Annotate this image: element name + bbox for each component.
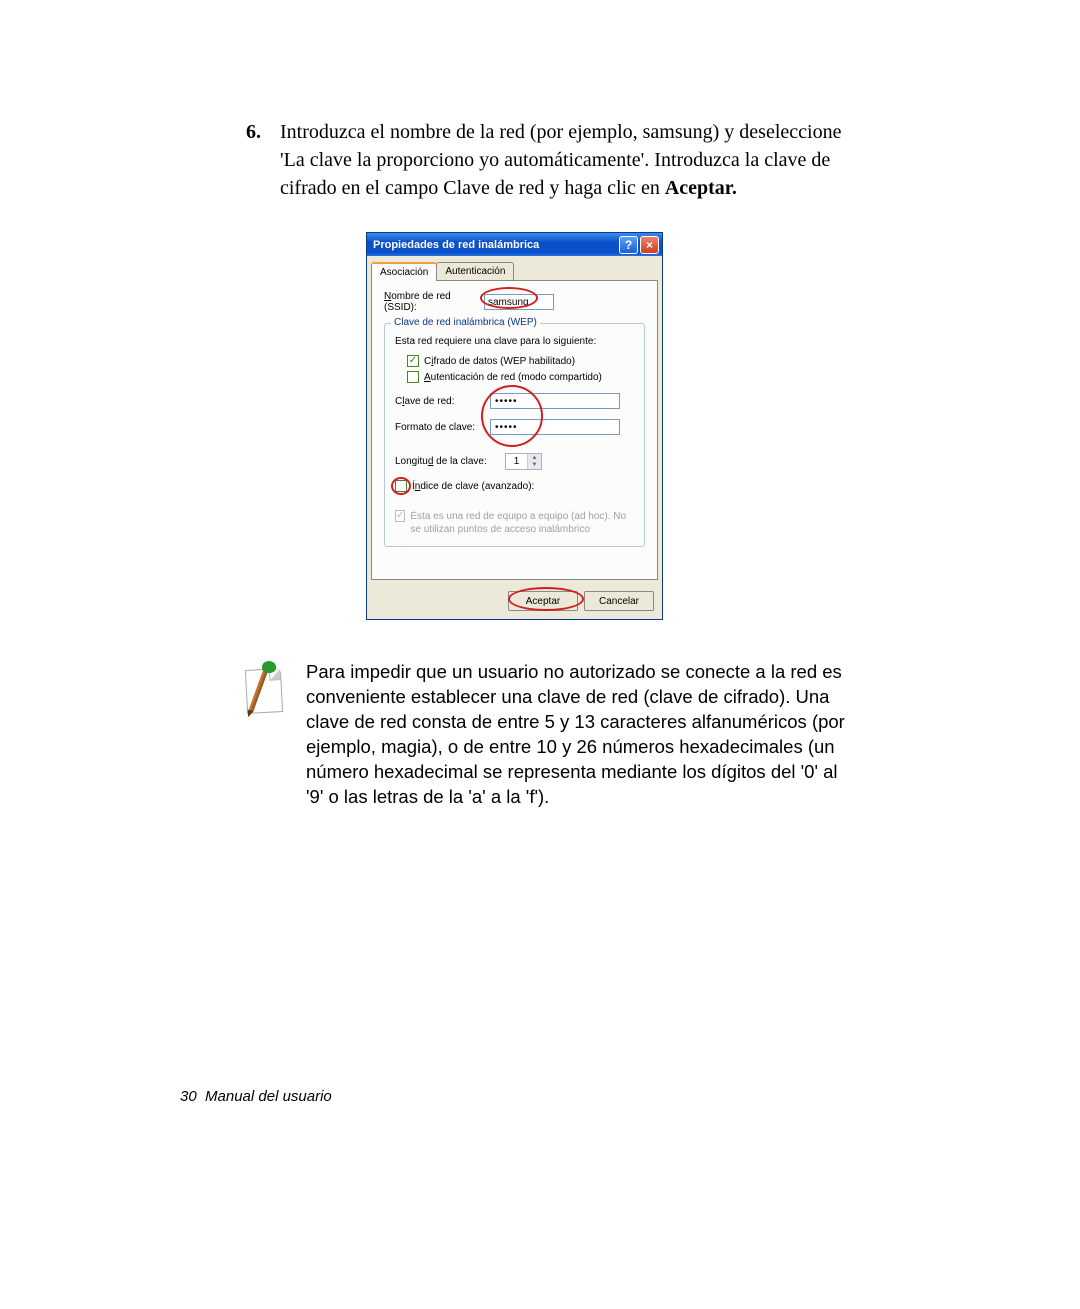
dialog-titlebar: Propiedades de red inalámbrica ? × [367,233,662,256]
formato-label: Formato de clave: [395,422,490,433]
note-block: Para impedir que un usuario no autorizad… [246,660,846,810]
adhoc-label: Ésta es una red de equipo a equipo (ad h… [410,510,634,536]
checkbox-cifrado[interactable]: ✓ [407,355,419,367]
step-text: Introduzca el nombre de la red (por ejem… [280,118,846,202]
checkbox-cifrado-row[interactable]: ✓ Cifrado de datos (WEP habilitado) [407,355,634,367]
tab-autenticacion[interactable]: Autenticación [436,262,514,281]
dialog-title: Propiedades de red inalámbrica [373,239,617,251]
close-button[interactable]: × [640,236,659,254]
tabs: Asociación Autenticación [367,256,662,281]
step-text-bold: Aceptar. [665,177,737,199]
adhoc-row: ✓ Ésta es una red de equipo a equipo (ad… [395,510,634,536]
wep-desc: Esta red requiere una clave para lo sigu… [395,336,634,347]
note-icon [246,663,286,717]
tab-asociacion[interactable]: Asociación [371,262,437,281]
checkbox-auth-label: Autenticación de red (modo compartido) [424,372,602,383]
checkbox-indice[interactable] [395,480,407,492]
step-6: 6. Introduzca el nombre de la red (por e… [246,118,846,202]
formato-input[interactable]: ••••• [490,419,620,435]
ssid-input[interactable] [484,294,554,310]
note-text: Para impedir que un usuario no autorizad… [306,660,846,810]
help-button[interactable]: ? [619,236,638,254]
wep-fieldset: Clave de red inalámbrica (WEP) Esta red … [384,323,645,547]
ssid-label: Nombre de red (SSID): [384,291,484,313]
step-text-body: Introduzca el nombre de la red (por ejem… [280,121,841,199]
indice-label: Índice de clave (avanzado): [412,481,534,492]
checkbox-auth[interactable] [407,371,419,383]
dialog-screenshot: Propiedades de red inalámbrica ? × Asoci… [366,232,846,620]
spinner-arrows[interactable]: ▲▼ [528,454,541,469]
tab-panel-asociacion: Nombre de red (SSID): Clave de red inalá… [371,280,658,580]
clave-label: Clave de red: [395,396,490,407]
clave-input[interactable]: ••••• [490,393,620,409]
ok-button[interactable]: Aceptar [508,591,578,611]
longitud-spinner[interactable]: 1 ▲▼ [505,453,542,470]
checkbox-cifrado-label: Cifrado de datos (WEP habilitado) [424,356,575,367]
longitud-value: 1 [506,454,528,469]
longitud-label: Longitud de la clave: [395,456,505,467]
step-number: 6. [246,118,280,202]
page-number: 30 [180,1088,197,1105]
cancel-button[interactable]: Cancelar [584,591,654,611]
footer-title: Manual del usuario [205,1088,332,1105]
wep-legend: Clave de red inalámbrica (WEP) [391,317,540,328]
checkbox-adhoc: ✓ [395,510,405,522]
page-footer: 30 Manual del usuario [180,1088,332,1105]
checkbox-auth-row[interactable]: Autenticación de red (modo compartido) [407,371,634,383]
